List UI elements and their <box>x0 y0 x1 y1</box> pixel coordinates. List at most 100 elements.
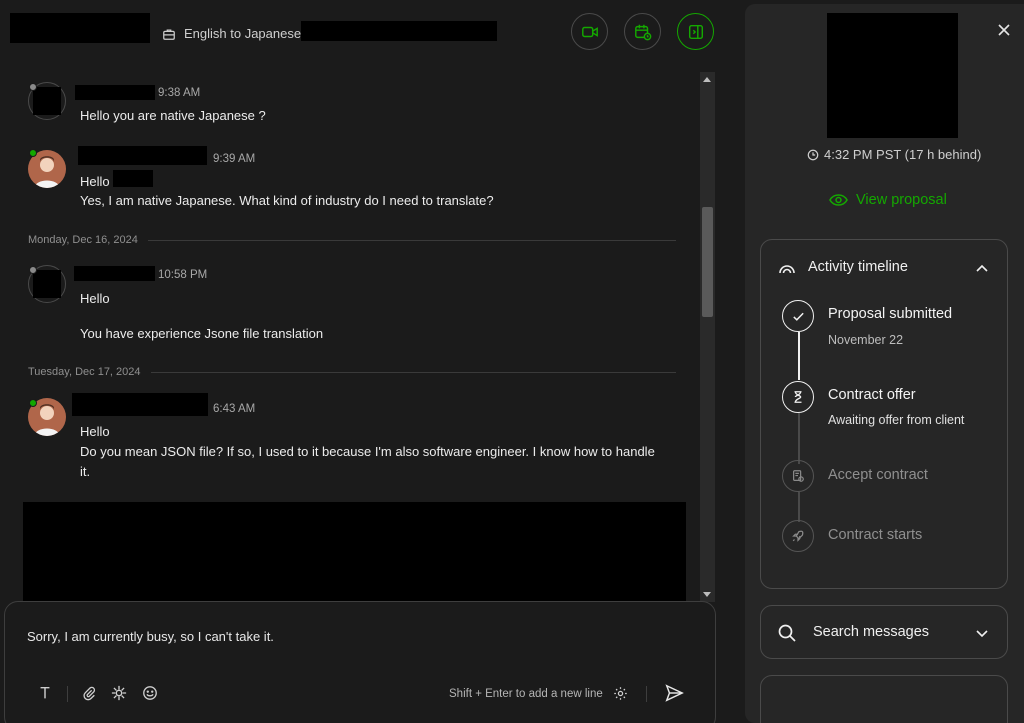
text-format-button[interactable] <box>36 684 54 702</box>
redacted-avatar <box>33 87 61 115</box>
view-proposal-text: View proposal <box>856 192 947 208</box>
sparkle-icon <box>111 685 127 701</box>
message-text: Hello you are native Japanese ? <box>80 108 266 123</box>
step-subtitle: November 22 <box>828 333 904 347</box>
job-title[interactable]: English to Japanese <box>162 26 301 41</box>
message-time: 9:39 AM <box>213 153 256 165</box>
message-input[interactable]: Sorry, I am currently busy, so I can't t… <box>27 629 274 644</box>
date-divider: Monday, Dec 16, 2024 <box>28 234 676 246</box>
search-icon <box>778 624 796 642</box>
message-time: 9:38 AM <box>158 87 201 99</box>
close-panel-button[interactable] <box>996 22 1012 38</box>
video-call-button[interactable] <box>571 13 608 50</box>
timeline-title: Activity timeline <box>808 259 908 275</box>
message-text: Yes, I am native Japanese. What kind of … <box>80 193 494 208</box>
video-camera-icon <box>581 26 598 37</box>
eye-icon <box>829 194 848 206</box>
step-proposal-submitted <box>782 300 814 332</box>
messaging-app: English to Japanese 9:38 AM Hello you ar… <box>0 0 1024 723</box>
briefcase-icon <box>163 28 175 40</box>
composer-settings-button[interactable] <box>611 684 629 702</box>
timeline-connector <box>798 332 800 380</box>
online-status-dot <box>29 399 37 407</box>
redacted-sender <box>78 146 207 165</box>
paperclip-icon <box>83 686 96 701</box>
divider-line <box>147 239 676 241</box>
chevron-up-icon[interactable] <box>975 262 989 276</box>
toolbar-divider <box>646 686 647 702</box>
view-proposal-link[interactable]: View proposal <box>829 192 947 208</box>
schedule-meeting-button[interactable] <box>624 13 661 50</box>
date-divider-label: Monday, Dec 16, 2024 <box>28 234 138 246</box>
emoji-button[interactable] <box>141 684 159 702</box>
timeline-connector <box>798 413 800 464</box>
message-time: 10:58 PM <box>158 269 208 281</box>
offline-status-dot <box>29 266 37 274</box>
divider-line <box>150 371 676 373</box>
step-title: Contract starts <box>828 527 923 543</box>
send-button[interactable] <box>663 682 685 704</box>
redacted-sender <box>74 266 155 281</box>
step-contract-starts <box>782 520 814 552</box>
step-subtitle: Awaiting offer from client <box>828 413 965 427</box>
redacted-sender <box>75 85 155 100</box>
attach-button[interactable] <box>80 684 98 702</box>
rocket-icon <box>792 530 804 542</box>
redacted-title <box>301 21 497 41</box>
calendar-clock-icon <box>634 24 651 40</box>
message-text: Hello <box>80 291 110 306</box>
redacted-name <box>10 13 150 43</box>
ai-assist-button[interactable] <box>110 684 128 702</box>
message-scrollbar[interactable] <box>700 72 715 602</box>
local-time-text: 4:32 PM PST (17 h behind) <box>824 147 982 162</box>
scroll-down-arrow[interactable] <box>703 592 711 597</box>
chevron-down-icon <box>976 630 988 638</box>
timeline-connector <box>798 492 800 522</box>
date-divider-label: Tuesday, Dec 17, 2024 <box>28 366 141 378</box>
panel-toggle-icon <box>688 24 703 39</box>
step-title: Contract offer <box>828 387 916 403</box>
scroll-thumb[interactable] <box>702 207 713 317</box>
message-text: Hello <box>80 424 110 439</box>
date-divider: Tuesday, Dec 17, 2024 <box>28 366 676 378</box>
message-list[interactable]: 9:38 AM Hello you are native Japanese ? … <box>0 72 700 602</box>
step-title: Accept contract <box>828 467 928 483</box>
message-text: it. <box>80 464 91 479</box>
offline-status-dot <box>29 83 37 91</box>
redacted-message <box>23 502 686 602</box>
step-contract-offer <box>782 381 814 413</box>
step-accept-contract <box>782 460 814 492</box>
search-messages-card[interactable]: Search messages <box>760 605 1008 659</box>
check-icon <box>792 312 804 321</box>
online-status-dot <box>29 149 37 157</box>
gear-icon <box>613 686 627 700</box>
hourglass-icon <box>794 391 802 403</box>
redacted-name <box>113 170 153 187</box>
chat-header: English to Japanese <box>0 0 730 72</box>
message-text: You have experience Jsone file translati… <box>80 326 324 341</box>
message-text: Hello <box>80 174 110 189</box>
close-icon <box>998 24 1010 36</box>
message-time: 6:43 AM <box>213 403 256 415</box>
redacted-profile <box>827 13 958 138</box>
composer-hint: Shift + Enter to add a new line <box>449 688 603 700</box>
redacted-avatar <box>33 270 61 298</box>
scroll-up-arrow[interactable] <box>703 77 711 82</box>
send-icon <box>665 684 684 702</box>
emoji-icon <box>143 686 157 700</box>
collapsed-section-card[interactable] <box>760 675 1008 723</box>
clock-icon <box>807 149 819 160</box>
details-panel: 4:32 PM PST (17 h behind) View proposal … <box>745 4 1024 723</box>
message-composer: Sorry, I am currently busy, so I can't t… <box>4 601 716 723</box>
local-time: 4:32 PM PST (17 h behind) <box>807 147 981 162</box>
step-title: Proposal submitted <box>828 306 953 322</box>
activity-timeline-card: Activity timeline Proposal submitted Nov… <box>760 239 1008 589</box>
job-title-text: English to Japanese <box>184 26 302 41</box>
contract-icon <box>793 470 804 482</box>
redacted-sender <box>72 393 208 416</box>
text-format-icon <box>40 686 50 699</box>
timeline-icon <box>779 265 795 274</box>
search-messages-label: Search messages <box>813 624 930 640</box>
toggle-details-button[interactable] <box>677 13 714 50</box>
toolbar-divider <box>67 686 68 702</box>
